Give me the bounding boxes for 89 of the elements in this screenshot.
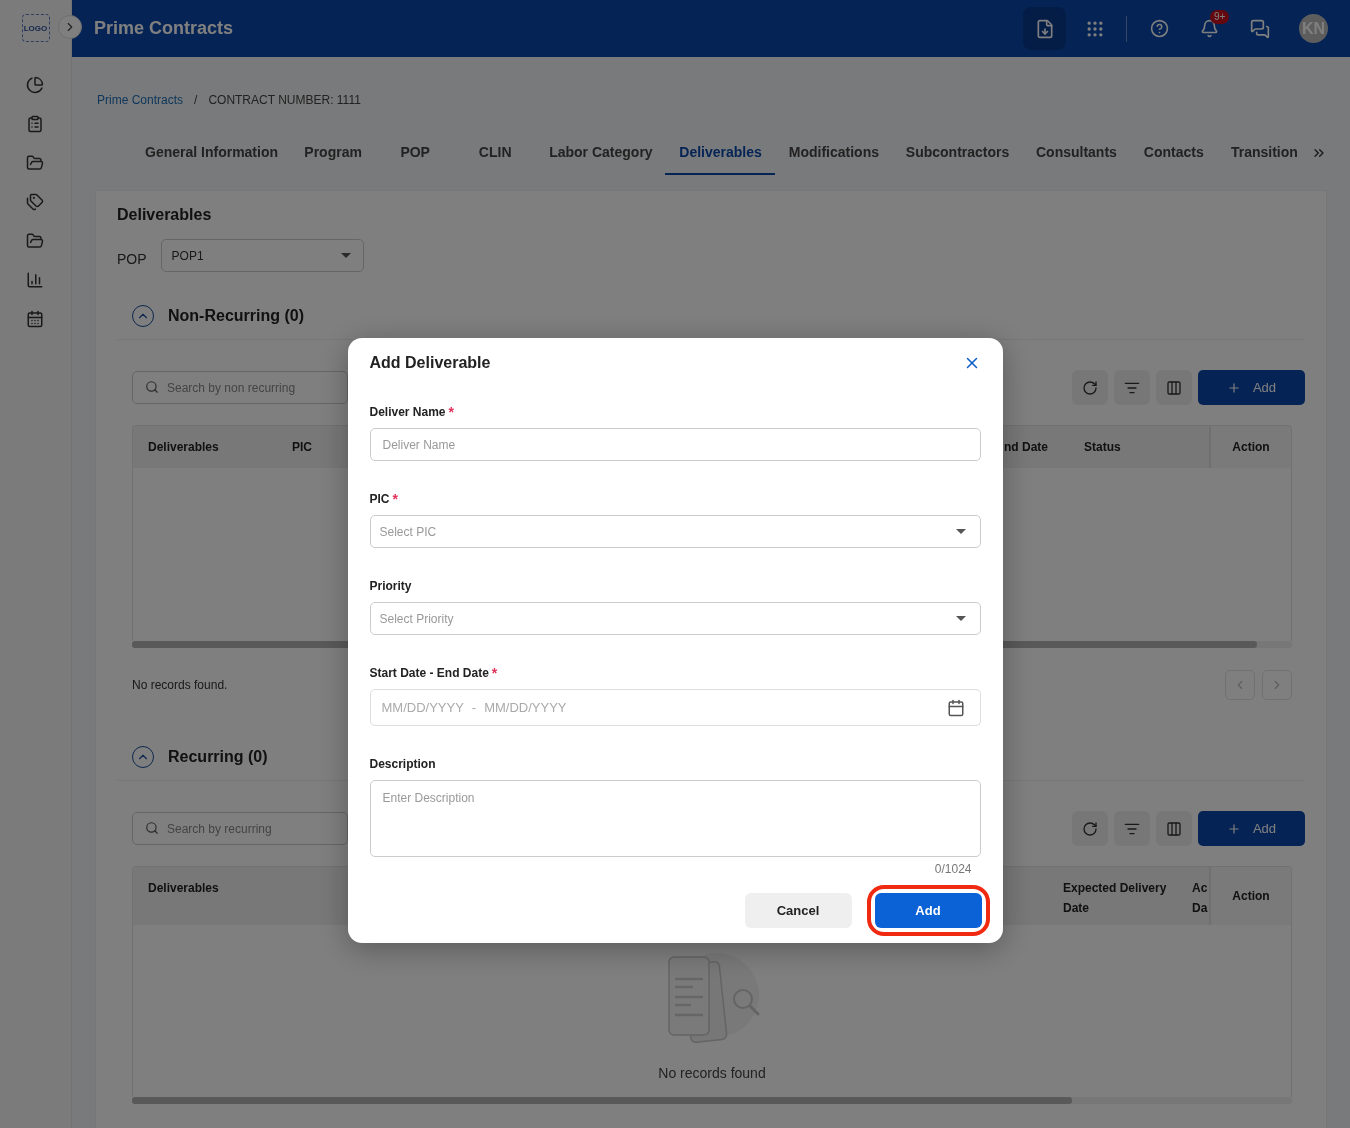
add-button[interactable]: Add bbox=[874, 893, 982, 928]
chat-icon bbox=[1249, 18, 1270, 39]
column-header: Action bbox=[1232, 888, 1270, 905]
tab[interactable]: Consultants bbox=[1021, 144, 1130, 175]
bar-chart-icon bbox=[25, 271, 44, 289]
field-label: Deliver Name bbox=[369, 405, 446, 419]
tab[interactable]: Contacts bbox=[1129, 144, 1217, 175]
search-icon bbox=[145, 380, 159, 394]
dialog-title: Add Deliverable bbox=[369, 354, 491, 372]
column-header: Expected Delivery Date bbox=[1063, 880, 1168, 917]
column-header: Action bbox=[1232, 439, 1270, 456]
tab[interactable]: POP bbox=[375, 144, 456, 175]
help-icon bbox=[1150, 19, 1169, 38]
tab[interactable]: Subcontractors bbox=[891, 144, 1022, 175]
required-mark: * bbox=[491, 666, 498, 680]
file-download-button[interactable] bbox=[1023, 7, 1066, 50]
field-label: PIC bbox=[369, 492, 390, 506]
tab[interactable]: Modifications bbox=[774, 144, 892, 175]
breadcrumb-current: CONTRACT NUMBER: 1111 bbox=[208, 93, 361, 107]
breadcrumb-separator: / bbox=[194, 93, 198, 107]
field-label: Start Date - End Date bbox=[369, 666, 489, 680]
required-mark: * bbox=[392, 492, 398, 506]
group-title: Non-Recurring (0) bbox=[168, 306, 304, 326]
character-counter: 0/1024 bbox=[934, 862, 972, 876]
chart-pie-button[interactable] bbox=[25, 76, 46, 96]
tags-icon bbox=[25, 193, 44, 211]
caret-icon bbox=[955, 529, 966, 534]
tab[interactable]: Transition bbox=[1216, 144, 1311, 175]
calendar-button[interactable] bbox=[25, 310, 46, 330]
column-header: Status bbox=[1084, 439, 1121, 456]
section-title: Deliverables bbox=[117, 206, 213, 224]
tab[interactable]: Labor Category bbox=[535, 144, 666, 175]
select-field[interactable]: Select Priority bbox=[369, 602, 981, 635]
refresh-icon bbox=[1082, 820, 1098, 837]
horizontal-scrollbar[interactable] bbox=[132, 1097, 1292, 1104]
tab[interactable]: Deliverables bbox=[665, 144, 775, 175]
columns-icon bbox=[1166, 379, 1182, 396]
column-header: nd Date bbox=[1004, 439, 1048, 456]
bell-icon bbox=[1200, 19, 1219, 38]
notification-badge: 9+ bbox=[1210, 10, 1230, 24]
filter-button[interactable] bbox=[1114, 370, 1150, 405]
empty-message: No records found bbox=[658, 1065, 766, 1081]
tab[interactable]: General Information bbox=[131, 144, 291, 175]
columns-button[interactable] bbox=[1156, 811, 1192, 846]
select-field[interactable]: Select PIC bbox=[369, 515, 981, 548]
filter-button[interactable] bbox=[1114, 811, 1150, 846]
plus-icon bbox=[1226, 380, 1241, 395]
search-field[interactable]: Search by recurring bbox=[132, 812, 348, 845]
add-button[interactable]: Add bbox=[1198, 811, 1305, 846]
cancel-button[interactable]: Cancel bbox=[744, 893, 852, 928]
chart-pie-icon bbox=[25, 76, 44, 94]
date-range-field[interactable]: MM/DD/YYYY - MM/DD/YYYY bbox=[369, 689, 981, 726]
calendar-icon bbox=[946, 698, 965, 717]
group-title: Recurring (0) bbox=[168, 747, 268, 767]
plus-icon bbox=[1226, 821, 1241, 836]
field-label: Description bbox=[369, 757, 436, 771]
refresh-button[interactable] bbox=[1072, 811, 1108, 846]
column-header: Deliverables bbox=[148, 439, 219, 456]
column-header: Deliverables bbox=[148, 880, 219, 897]
search-icon bbox=[145, 821, 159, 835]
sidebar-toggle-button[interactable] bbox=[58, 15, 82, 39]
column-header: Ac Da bbox=[1192, 880, 1209, 917]
search-field[interactable]: Search by non recurring bbox=[132, 371, 348, 404]
refresh-icon bbox=[1082, 379, 1098, 396]
pop-select[interactable]: POP1 bbox=[160, 239, 364, 272]
column-header: PIC bbox=[292, 439, 312, 456]
folder-icon bbox=[25, 232, 44, 250]
tab[interactable]: Program bbox=[290, 144, 376, 175]
required-mark: * bbox=[448, 405, 454, 419]
refresh-button[interactable] bbox=[1072, 370, 1108, 405]
caret-icon bbox=[340, 253, 351, 258]
app-title: Prime Contracts bbox=[94, 18, 235, 39]
tab[interactable]: CLIN bbox=[455, 144, 536, 175]
tags-button[interactable] bbox=[25, 193, 46, 213]
deliver-name-input[interactable]: Deliver Name bbox=[369, 428, 981, 461]
caret-icon bbox=[955, 616, 966, 621]
folder-icon bbox=[25, 154, 44, 172]
empty-message: No records found. bbox=[132, 678, 228, 692]
field-label: Priority bbox=[369, 579, 412, 593]
columns-button[interactable] bbox=[1156, 370, 1192, 405]
breadcrumb-link[interactable]: Prime Contracts bbox=[97, 93, 184, 107]
calendar-icon bbox=[25, 310, 44, 328]
clipboard-icon bbox=[25, 115, 44, 133]
pop-label: POP bbox=[117, 250, 147, 267]
description-textarea[interactable]: Enter Description bbox=[369, 780, 981, 857]
logo: LOGO bbox=[21, 14, 50, 42]
columns-icon bbox=[1166, 820, 1182, 837]
add-button[interactable]: Add bbox=[1198, 370, 1305, 405]
notification-button[interactable]: 9+ bbox=[1188, 7, 1231, 50]
